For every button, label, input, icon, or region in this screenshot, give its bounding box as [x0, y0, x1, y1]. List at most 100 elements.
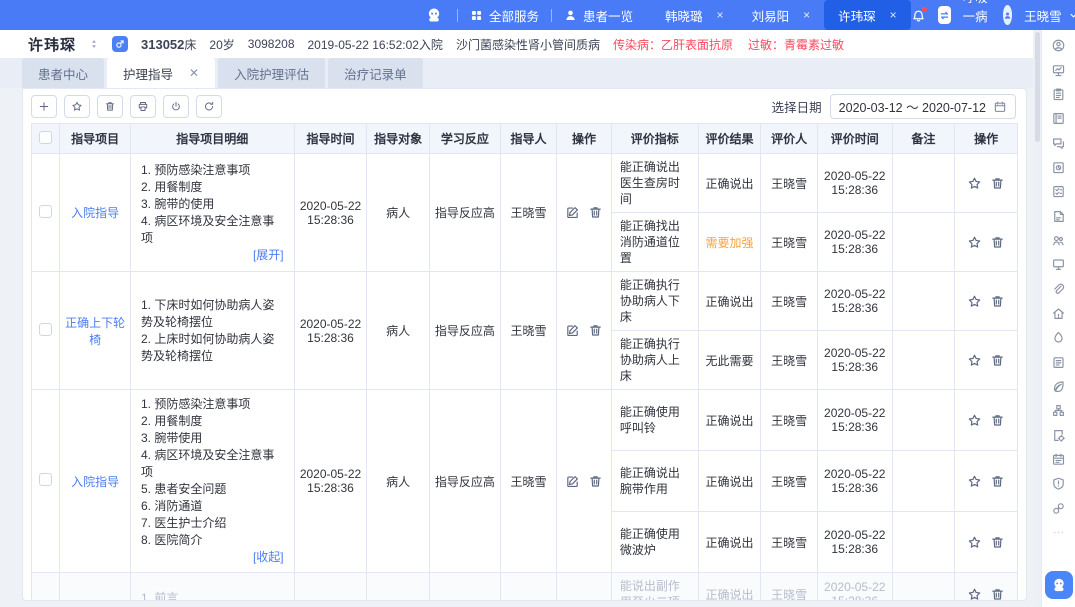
edit-icon[interactable]	[565, 205, 580, 220]
delete-icon[interactable]	[990, 353, 1005, 368]
water-drop-sidebar-button[interactable]	[1051, 330, 1066, 345]
record-clock-sidebar-button[interactable]	[1051, 160, 1066, 175]
power-button[interactable]	[163, 95, 189, 118]
row-actions-cell	[557, 154, 612, 272]
transfer-doc-sidebar-button[interactable]	[1051, 208, 1066, 223]
notebook-sidebar-button[interactable]	[1051, 111, 1066, 126]
paperclip-sidebar-button[interactable]	[1051, 281, 1066, 296]
patient-overview-button[interactable]: 患者一览	[564, 6, 633, 25]
patient-tab[interactable]: 许玮琛×	[824, 0, 911, 30]
expand-collapse-link[interactable]: [展开]	[141, 247, 284, 264]
favorite-icon[interactable]	[967, 353, 982, 368]
favorite-icon[interactable]	[967, 413, 982, 428]
topbar-left: 全部服务 患者一览 韩晓璐×刘易阳×许玮琛×	[425, 0, 911, 30]
eval-result-cell: 正确说出	[698, 573, 761, 602]
document-tab[interactable]: 患者中心	[22, 58, 104, 88]
expand-collapse-link[interactable]: [收起]	[141, 549, 284, 566]
close-icon[interactable]: ×	[803, 8, 810, 22]
delete-icon[interactable]	[588, 205, 603, 220]
team-sidebar-button[interactable]	[1051, 233, 1066, 248]
delete-icon[interactable]	[990, 235, 1005, 250]
delete-icon[interactable]	[588, 474, 603, 489]
favorite-icon[interactable]	[967, 235, 982, 250]
report-doc-sidebar-button[interactable]	[1051, 354, 1066, 369]
user-avatar[interactable]	[1003, 5, 1012, 25]
project-link[interactable]: 入院指导	[71, 206, 119, 220]
favorite-button[interactable]	[64, 95, 90, 118]
delete-icon[interactable]	[990, 587, 1005, 602]
document-tab[interactable]: 护理指导✕	[107, 58, 215, 88]
delete-icon[interactable]	[990, 474, 1005, 489]
delete-icon[interactable]	[990, 176, 1005, 191]
all-services-button[interactable]: 全部服务	[470, 6, 539, 25]
patient-tab-label: 刘易阳	[752, 6, 790, 25]
calendar-grid-sidebar-button[interactable]	[1051, 452, 1066, 467]
delete-icon[interactable]	[588, 323, 603, 338]
delete-icon[interactable]	[990, 535, 1005, 550]
date-range-value: 2020-03-12 ～ 2020-07-12	[839, 97, 986, 116]
project-link[interactable]: 入院指导	[71, 475, 119, 489]
more-faded-icon	[1051, 525, 1066, 540]
switch-ward-button[interactable]	[938, 6, 951, 24]
more-faded-sidebar-button[interactable]	[1051, 525, 1066, 540]
row-checkbox[interactable]	[39, 323, 52, 336]
record-clock-icon	[1051, 160, 1066, 175]
presentation-board-sidebar-button[interactable]	[1051, 62, 1066, 77]
close-icon[interactable]: ×	[890, 8, 897, 22]
favorite-icon[interactable]	[967, 587, 982, 602]
notifications-bell-button[interactable]	[911, 8, 926, 23]
row-checkbox[interactable]	[39, 473, 52, 486]
clipboard-sidebar-button[interactable]	[1051, 87, 1066, 102]
scrollbar-thumb[interactable]	[1035, 32, 1040, 142]
project-link[interactable]: 正确上下轮椅	[65, 316, 125, 347]
edit-icon[interactable]	[565, 474, 580, 489]
chain-link-sidebar-button[interactable]	[1051, 500, 1066, 515]
detail-line: 6. 消防通道	[141, 498, 284, 515]
document-tab[interactable]: 入院护理评估	[218, 58, 325, 88]
delete-icon[interactable]	[990, 294, 1005, 309]
detail-line: 2. 上床时如何协助病人姿势及轮椅摆位	[141, 331, 284, 365]
delete-button[interactable]	[97, 95, 123, 118]
favorite-icon[interactable]	[967, 535, 982, 550]
refresh-button[interactable]	[196, 95, 222, 118]
org-chart-sidebar-button[interactable]	[1051, 403, 1066, 418]
detail-line: 8. 医院简介	[141, 532, 284, 549]
shield-alert-sidebar-button[interactable]	[1051, 476, 1066, 491]
monitor-sidebar-button[interactable]	[1051, 257, 1066, 272]
print-button[interactable]	[130, 95, 156, 118]
assistant-robot-button[interactable]	[1045, 571, 1073, 599]
eval-actions-cell	[955, 512, 1018, 573]
task-checklist-sidebar-button[interactable]	[1051, 184, 1066, 199]
edit-icon[interactable]	[565, 323, 580, 338]
patient-switch-sort-icon[interactable]	[89, 38, 99, 50]
detail-line: 5. 患者安全问题	[141, 481, 284, 498]
chat-messages-sidebar-button[interactable]	[1051, 135, 1066, 150]
patient-info-bar: 许玮琛 313052床 20岁 3098208 2019-05-22 16:52…	[0, 30, 1033, 58]
column-header: 学习反应	[430, 124, 501, 154]
user-circle-sidebar-button[interactable]	[1051, 38, 1066, 53]
select-all-checkbox[interactable]	[39, 131, 52, 144]
target-cell: 病人	[367, 573, 430, 602]
patient-tab[interactable]: 韩晓璐×	[651, 0, 738, 30]
date-range-picker[interactable]: 2020-03-12 ～ 2020-07-12	[830, 94, 1016, 119]
close-icon[interactable]: ✕	[189, 66, 199, 80]
vertical-scrollbar[interactable]	[1033, 30, 1041, 607]
eval-result: 正确说出	[705, 536, 753, 550]
close-icon[interactable]: ×	[717, 8, 724, 22]
add-button[interactable]	[31, 95, 57, 118]
leaf-sidebar-button[interactable]	[1051, 379, 1066, 394]
patient-age: 20岁	[209, 36, 234, 53]
home-alert-sidebar-button[interactable]	[1051, 306, 1066, 321]
row-checkbox[interactable]	[39, 205, 52, 218]
detail-line: 3. 腕带的使用	[141, 196, 284, 213]
delete-icon[interactable]	[990, 413, 1005, 428]
doc-gear-sidebar-button[interactable]	[1051, 427, 1066, 442]
favorite-icon[interactable]	[967, 474, 982, 489]
paperclip-icon	[1051, 282, 1066, 297]
favorite-icon[interactable]	[967, 294, 982, 309]
patient-tab[interactable]: 刘易阳 ×	[738, 0, 825, 30]
favorite-icon[interactable]	[967, 176, 982, 191]
user-menu[interactable]: 王晓雪	[1024, 6, 1075, 25]
document-tab[interactable]: 治疗记录单	[328, 58, 423, 88]
detail-line: 1. 预防感染注意事项	[141, 162, 284, 179]
